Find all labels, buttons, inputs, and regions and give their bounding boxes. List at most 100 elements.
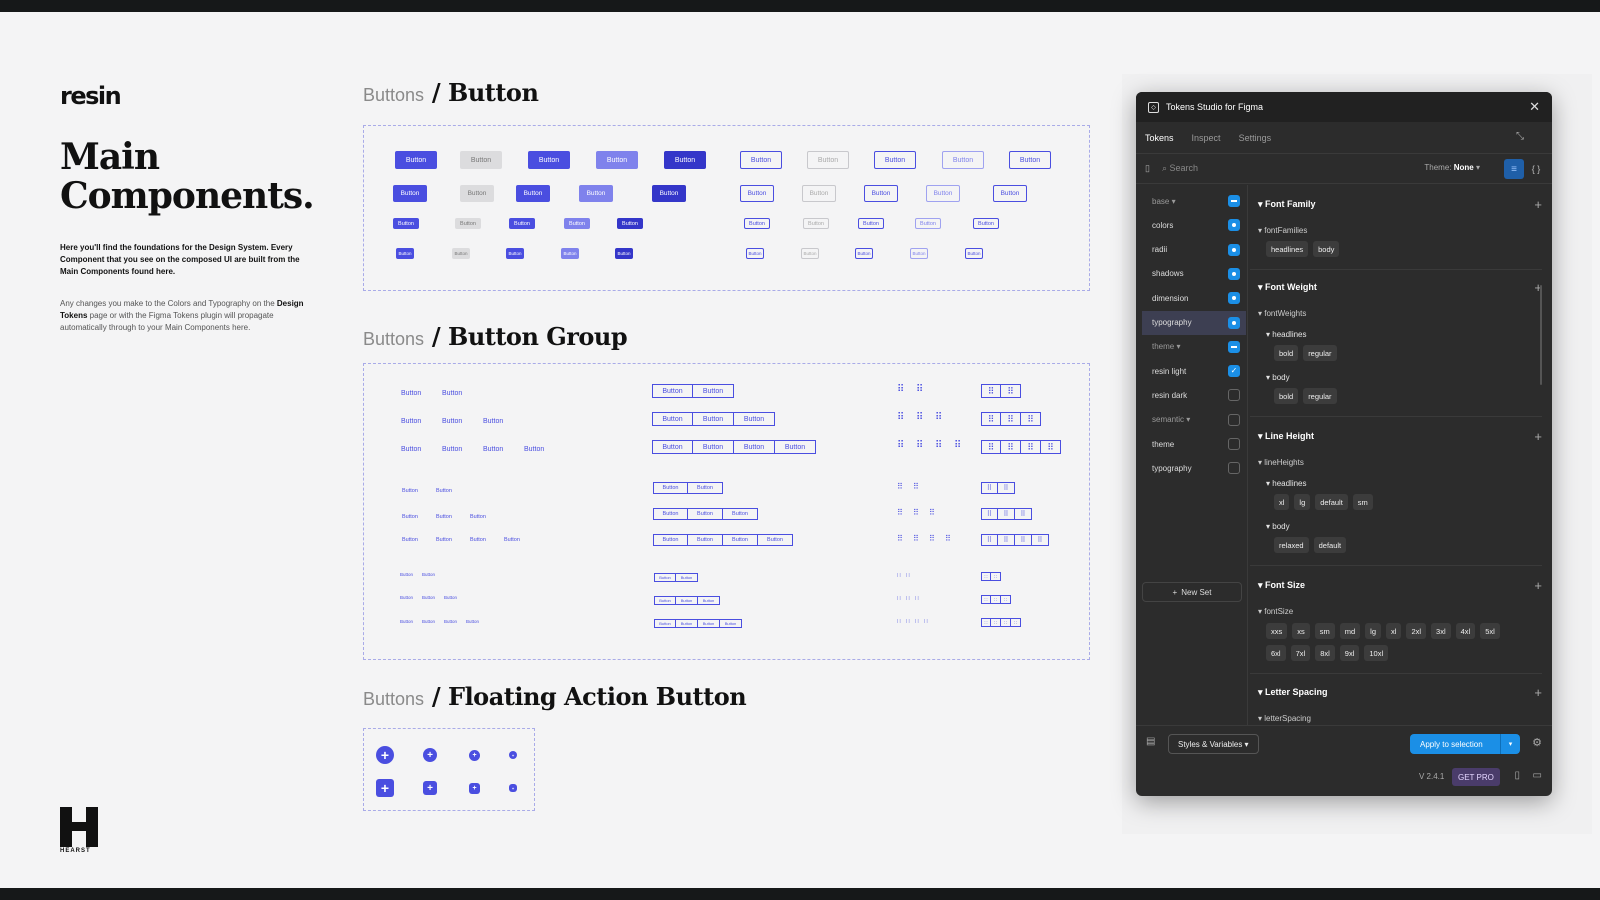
button-outline[interactable]: Button (965, 248, 983, 259)
grid-icon[interactable]: ⠿ (981, 534, 998, 546)
gear-icon[interactable]: ⚙ (1532, 736, 1542, 749)
button-group-item[interactable]: Button (734, 412, 775, 426)
button-group-item[interactable]: Button (720, 619, 742, 628)
token-set-checkbox[interactable] (1228, 438, 1240, 450)
token-set-item[interactable]: radii (1142, 238, 1246, 262)
token-chip[interactable]: sm (1352, 494, 1373, 510)
grid-icon[interactable]: ⠿ (929, 534, 935, 543)
grid-icon[interactable]: ⠿ (1021, 440, 1041, 454)
token-chip[interactable]: 9xl (1339, 645, 1360, 661)
token-set-item[interactable]: resin light ✓ (1142, 359, 1246, 383)
grid-icon[interactable]: ⠿ (981, 384, 1001, 398)
grid-icon[interactable]: ⠿ (897, 412, 904, 423)
group-line-height[interactable]: ▾ Line Height (1258, 431, 1314, 442)
fab-round[interactable]: + (469, 749, 480, 761)
button-outline[interactable]: Button (803, 218, 829, 229)
button-outline[interactable]: Button (973, 218, 999, 229)
button-group-item[interactable]: Button (698, 596, 720, 605)
button-group-item[interactable]: Button (652, 384, 693, 398)
grid-icon[interactable]: ⠿ (1001, 440, 1021, 454)
token-chip[interactable]: md (1339, 623, 1361, 639)
sub-lineheights[interactable]: ▾ lineHeights (1258, 458, 1304, 467)
button-group-item[interactable]: Button (758, 534, 793, 546)
button-text[interactable]: Button (401, 390, 421, 397)
grid-icon[interactable]: ⠿ (897, 508, 903, 517)
button-group-item[interactable]: Button (653, 508, 688, 520)
button-group-item[interactable]: Button (688, 482, 723, 494)
token-chip[interactable]: 10xl (1364, 645, 1389, 661)
button-group-item[interactable]: Button (654, 619, 676, 628)
token-chip[interactable]: lg (1294, 494, 1311, 510)
group-font-size[interactable]: ▾ Font Size (1258, 580, 1305, 591)
group-font-family[interactable]: ▾ Font Family (1258, 199, 1316, 210)
tab-inspect[interactable]: Inspect (1192, 133, 1221, 143)
token-set-item[interactable]: semantic ▾ (1142, 408, 1246, 432)
button-text[interactable]: Button (524, 446, 544, 453)
grid-icon[interactable]: ∷ (981, 595, 991, 604)
grid-icon[interactable]: ⠿ (897, 440, 904, 451)
grid-icon[interactable]: ⠿ (954, 440, 961, 451)
token-chip[interactable]: default (1315, 494, 1348, 510)
button-outline[interactable]: Button (802, 185, 836, 202)
token-set-item[interactable]: typography (1142, 310, 1246, 335)
grid-icon[interactable]: ⠿ (929, 508, 935, 517)
button-outline[interactable]: Button (993, 185, 1027, 202)
button-solid[interactable]: Button (615, 248, 633, 259)
get-pro-button[interactable]: GET PRO (1452, 768, 1500, 786)
button-solid[interactable]: Button (564, 218, 590, 229)
button-group-item[interactable]: Button (693, 412, 734, 426)
button-text[interactable]: Button (400, 595, 413, 600)
group-letter-spacing[interactable]: ▾ Letter Spacing (1258, 687, 1328, 698)
fab-square[interactable]: + (509, 784, 517, 792)
token-chip[interactable]: sm (1314, 623, 1335, 639)
sub-fontweights[interactable]: ▾ fontWeights (1258, 309, 1306, 318)
button-outline[interactable]: Button (744, 218, 770, 229)
button-group-item[interactable]: Button (693, 384, 734, 398)
sidebar-toggle-icon[interactable]: ▯ (1145, 163, 1150, 174)
button-outline[interactable]: Button (858, 218, 884, 229)
button-solid[interactable]: Button (460, 151, 502, 169)
token-set-checkbox[interactable] (1228, 219, 1240, 232)
button-outline[interactable]: Button (926, 185, 960, 202)
button-outline[interactable]: Button (801, 248, 819, 259)
close-icon[interactable]: ✕ (1529, 99, 1540, 115)
grid-icon[interactable]: ∷ (924, 618, 928, 625)
button-group-item[interactable]: Button (653, 482, 688, 494)
sub-fw-headlines[interactable]: ▾ headlines (1266, 330, 1307, 339)
button-group-item[interactable]: Button (653, 534, 688, 546)
scrollbar[interactable] (1540, 285, 1542, 385)
grid-icon[interactable]: ⠿ (916, 384, 923, 395)
fab-round[interactable]: + (509, 751, 517, 759)
button-outline[interactable]: Button (1009, 151, 1051, 169)
button-text[interactable]: Button (402, 514, 418, 520)
fab-round[interactable]: + (423, 748, 437, 762)
tab-tokens[interactable]: Tokens (1145, 133, 1174, 143)
button-solid[interactable]: Button (617, 218, 643, 229)
token-set-checkbox[interactable] (1228, 413, 1240, 426)
button-group-item[interactable]: Button (688, 508, 723, 520)
button-group-item[interactable]: Button (723, 508, 758, 520)
button-solid[interactable]: Button (528, 151, 570, 169)
grid-icon[interactable]: ⠿ (981, 482, 998, 494)
grid-icon[interactable]: ∷ (1001, 618, 1011, 627)
fab-square[interactable]: + (423, 781, 437, 795)
button-text[interactable]: Button (442, 418, 462, 425)
fab-round[interactable]: + (376, 746, 394, 764)
button-text[interactable]: Button (504, 537, 520, 543)
button-outline[interactable]: Button (874, 151, 916, 169)
grid-icon[interactable]: ⠿ (1001, 384, 1021, 398)
grid-icon[interactable]: ⠿ (913, 482, 919, 491)
add-token-icon[interactable]: + (1534, 430, 1542, 443)
token-chip[interactable]: regular (1303, 345, 1337, 361)
button-solid[interactable]: Button (652, 185, 686, 202)
button-outline[interactable]: Button (746, 248, 764, 259)
json-view-icon[interactable]: { } (1526, 159, 1546, 179)
grid-icon[interactable]: ⠿ (897, 482, 903, 491)
button-text[interactable]: Button (401, 446, 421, 453)
button-solid[interactable]: Button (516, 185, 550, 202)
token-set-checkbox[interactable] (1228, 243, 1240, 256)
button-solid[interactable]: Button (664, 151, 706, 169)
button-outline[interactable]: Button (740, 151, 782, 169)
button-text[interactable]: Button (483, 446, 503, 453)
grid-icon[interactable]: ⠿ (998, 482, 1015, 494)
